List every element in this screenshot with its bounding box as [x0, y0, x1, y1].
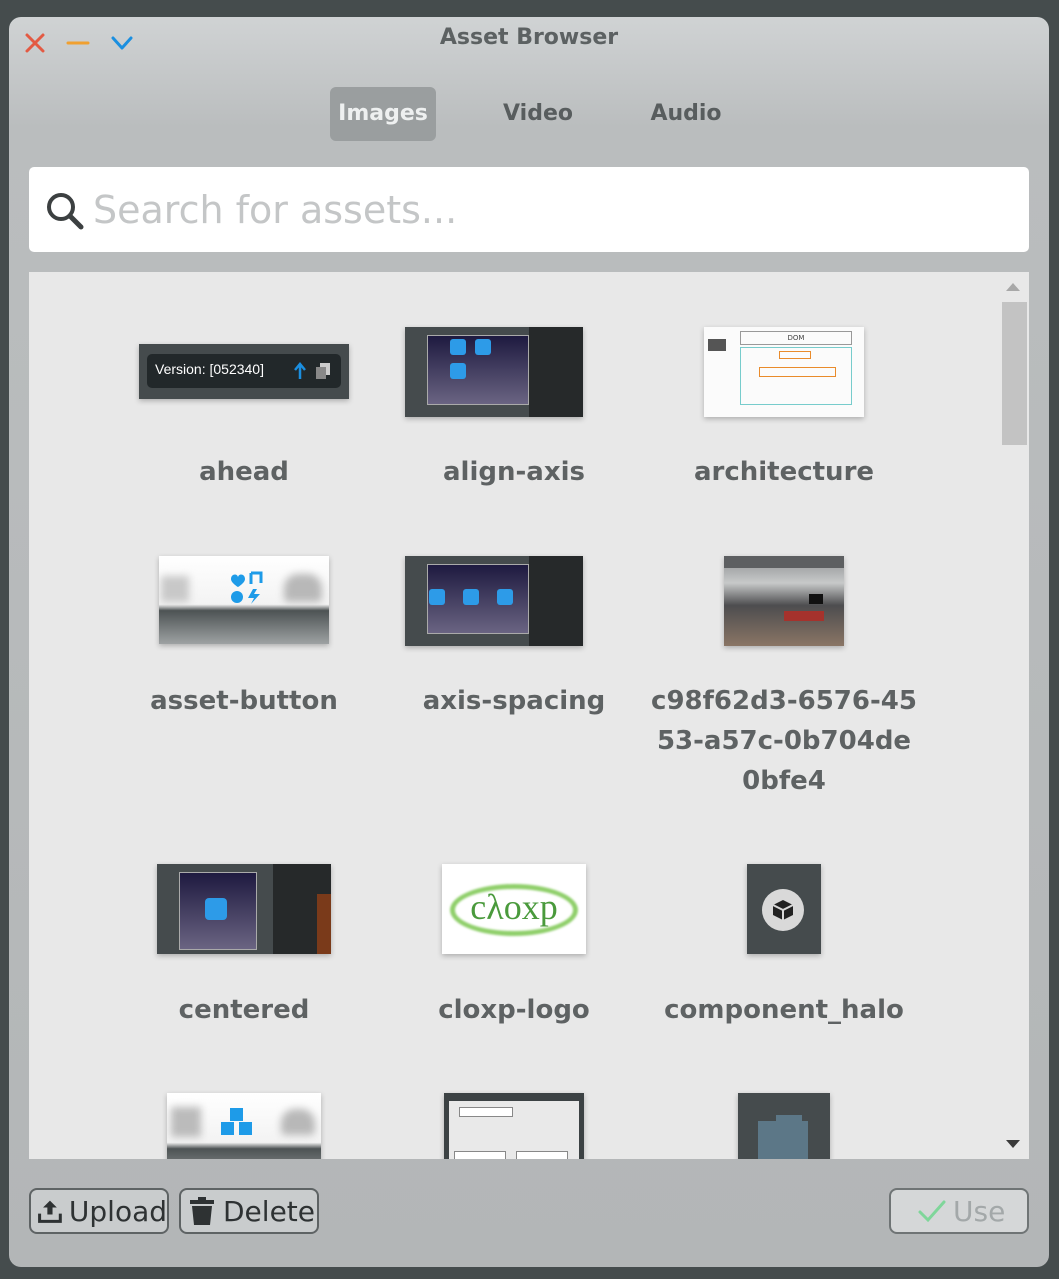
asset-item-axis-spacing[interactable]: axis-spacing [379, 502, 649, 802]
asset-label: asset-button [150, 686, 338, 716]
asset-item-align-axis[interactable]: align-axis [379, 272, 649, 502]
office-photo-thumbnail [724, 556, 844, 646]
delete-label: Delete [223, 1194, 315, 1228]
asset-list[interactable]: Version: [052340] ahead align-axis DOM a… [29, 272, 1029, 1159]
media-assets-icon [231, 571, 263, 604]
asset-item-c98f62d3[interactable]: c98f62d3-6576-4553-a57c-0b704de0bfe4 [649, 502, 919, 802]
diagram-thumbnail: DOM [704, 327, 864, 417]
scrollbar-thumb[interactable] [1002, 302, 1027, 445]
asset-label: component_halo [664, 995, 904, 1025]
asset-label: ahead [199, 457, 289, 487]
asset-item-dark-canvas[interactable] [649, 1040, 919, 1159]
asset-item-asset-button[interactable]: asset-button [109, 502, 379, 802]
search-input[interactable] [91, 181, 995, 239]
asset-label: architecture [693, 457, 875, 487]
upload-label: Upload [68, 1194, 167, 1228]
editor-screenshot-thumbnail [405, 327, 583, 417]
delete-button[interactable]: Delete [179, 1188, 319, 1234]
checkmark-icon [918, 1200, 946, 1223]
upload-icon [38, 1200, 62, 1223]
cube-icon [772, 900, 794, 920]
asset-item-centered[interactable]: centered [109, 810, 379, 1040]
title-bar: Asset Browser [9, 17, 1049, 67]
asset-item-cloxp-logo[interactable]: cλoxp cloxp-logo [379, 810, 649, 1040]
window-title: Asset Browser [439, 25, 619, 50]
asset-button-thumbnail [159, 556, 329, 644]
upload-button[interactable]: Upload [29, 1188, 169, 1234]
scroll-down-icon[interactable] [1006, 1140, 1020, 1148]
tab-video[interactable]: Video [485, 87, 591, 141]
asset-item-architecture[interactable]: DOM architecture [649, 272, 919, 502]
version-badge-thumbnail: Version: [052340] [139, 344, 349, 399]
asset-label: cloxp-logo [438, 995, 590, 1025]
trash-icon [190, 1197, 214, 1225]
tab-audio[interactable]: Audio [633, 87, 739, 141]
flow-diagram-thumbnail [444, 1093, 584, 1159]
asset-browser-window: Asset Browser Images Video Audio Version… [9, 17, 1049, 1267]
asset-item-ahead[interactable]: Version: [052340] ahead [109, 272, 379, 502]
dark-canvas-thumbnail [738, 1093, 830, 1159]
search-icon [47, 193, 84, 230]
search-bar [29, 167, 1029, 252]
component-halo-thumbnail [747, 864, 821, 954]
use-label: Use [953, 1194, 1006, 1228]
asset-label: align-axis [443, 457, 585, 487]
asset-label: centered [178, 995, 310, 1025]
vertical-scrollbar[interactable] [999, 272, 1029, 1159]
cubes-thumbnail [167, 1093, 321, 1159]
asset-item-flow-diagram[interactable] [379, 1040, 649, 1159]
asset-item-component-halo[interactable]: component_halo [649, 810, 919, 1040]
asset-label: axis-spacing [422, 686, 606, 716]
asset-label: c98f62d3-6576-4553-a57c-0b704de0bfe4 [651, 686, 917, 796]
tab-images[interactable]: Images [330, 87, 436, 141]
cubes-icon [221, 1108, 252, 1135]
cloxp-logo-thumbnail: cλoxp [442, 864, 586, 954]
tab-bar: Images Video Audio [9, 87, 1049, 141]
editor-screenshot-thumbnail [157, 864, 331, 954]
scroll-up-icon[interactable] [1006, 283, 1020, 291]
use-button[interactable]: Use [889, 1188, 1029, 1234]
arrow-up-icon [294, 362, 306, 379]
copy-icon [316, 363, 330, 379]
asset-item-cubes[interactable] [109, 1040, 379, 1159]
editor-screenshot-thumbnail [405, 556, 583, 646]
